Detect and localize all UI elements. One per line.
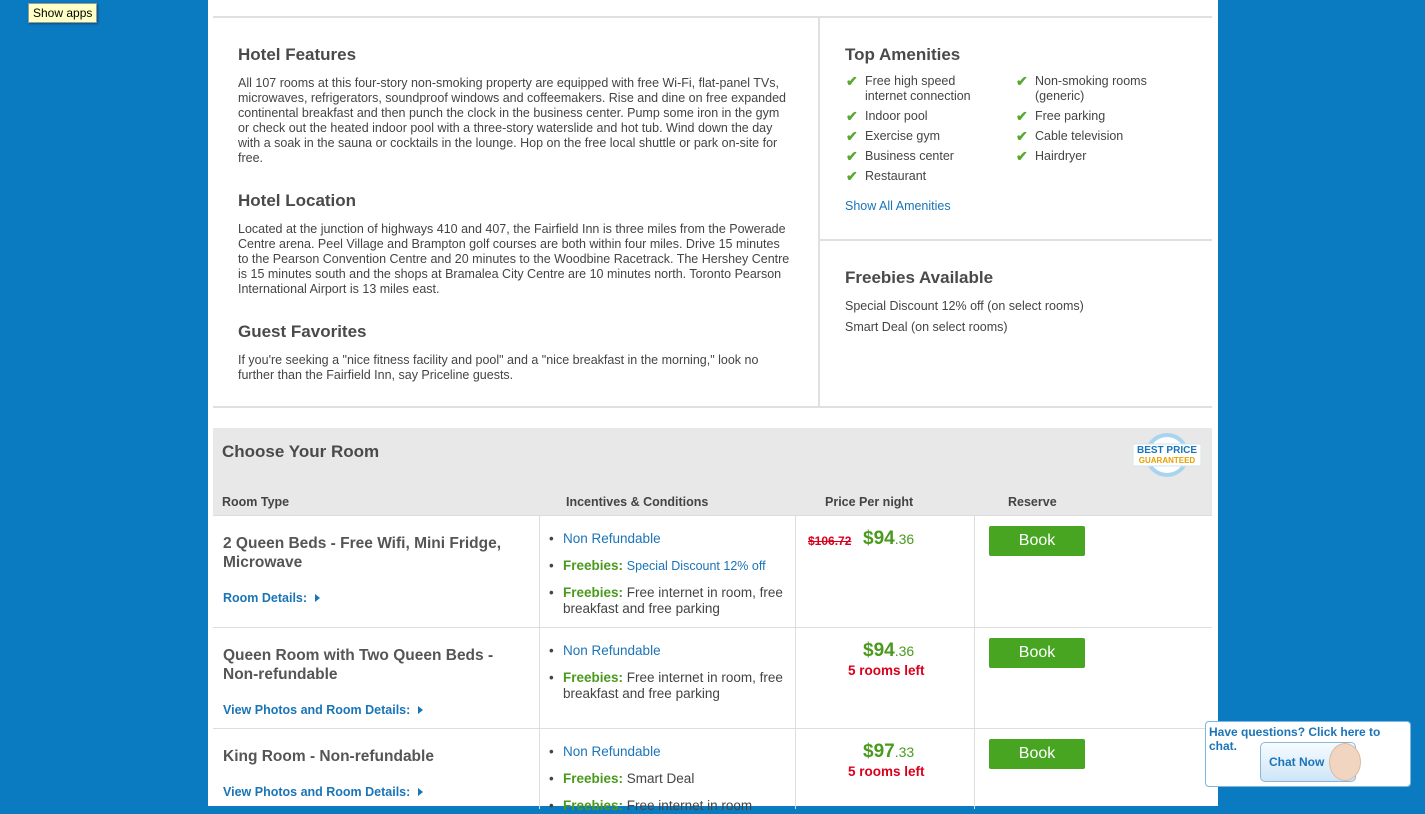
incentive-item: • Freebies: Free internet in room, free b… <box>549 585 783 616</box>
checkmark-icon: ✔ <box>846 168 858 184</box>
room-details-link[interactable]: View Photos and Room Details: <box>223 785 424 799</box>
checkmark-icon: ✔ <box>846 148 858 164</box>
room-name: King Room - Non-refundable <box>223 748 434 765</box>
top-amenities-title: Top Amenities <box>845 45 961 64</box>
guest-favorites-title: Guest Favorites <box>238 322 367 341</box>
caret-right-icon <box>418 788 424 796</box>
amenity-item: ✔ Business center <box>846 148 954 164</box>
hotel-features-title: Hotel Features <box>238 45 357 64</box>
hotel-features-section: Hotel Features All 107 rooms at this fou… <box>238 45 793 166</box>
choose-room-panel: Choose Your Room BEST PRICE GUARANTEED R… <box>213 428 1212 813</box>
non-refundable-link[interactable]: Non Refundable <box>563 744 661 759</box>
checkmark-icon: ✔ <box>846 73 858 89</box>
checkmark-icon: ✔ <box>1016 148 1028 164</box>
special-discount-link[interactable]: Special Discount 12% off <box>627 559 766 573</box>
hotel-location-text: Located at the junction of highways 410 … <box>238 222 790 296</box>
room-row: 2 Queen Beds - Free Wifi, Mini Fridge, M… <box>213 515 1212 628</box>
non-refundable-link[interactable]: Non Refundable <box>563 643 661 658</box>
guest-favorites-section: Guest Favorites If you're seeking a "nic… <box>238 322 798 383</box>
room-details-link[interactable]: View Photos and Room Details: <box>223 703 424 717</box>
cell-divider <box>539 729 540 809</box>
agent-avatar <box>1329 743 1361 781</box>
incentive-item: • Freebies: Smart Deal <box>549 771 695 786</box>
room-table-header: Room Type Incentives & Conditions Price … <box>213 485 1212 515</box>
top-amenities-section: Top Amenities <box>845 45 960 65</box>
hotel-features-text: All 107 rooms at this four-story non-smo… <box>238 76 786 165</box>
room-details-link[interactable]: Room Details: <box>223 591 321 605</box>
rooms-left: 5 rooms left <box>848 764 925 779</box>
show-apps-tooltip: Show apps <box>28 3 98 23</box>
non-refundable-link[interactable]: Non Refundable <box>563 531 661 546</box>
cell-divider <box>795 628 796 729</box>
amenity-item: ✔ Hairdryer <box>1016 148 1087 164</box>
section-divider <box>213 406 1212 408</box>
rooms-left: 5 rooms left <box>848 663 925 678</box>
choose-room-title: Choose Your Room <box>222 442 380 461</box>
amenity-item: ✔ Restaurant <box>846 168 927 184</box>
choose-room-header: Choose Your Room BEST PRICE GUARANTEED <box>213 428 1212 486</box>
checkmark-icon: ✔ <box>1016 73 1028 89</box>
chat-now-label: Chat Now <box>1269 755 1325 769</box>
cell-divider <box>974 729 975 809</box>
incentive-item: • Freebies: Free internet in room <box>549 798 753 813</box>
room-name: 2 Queen Beds - Free Wifi, Mini Fridge, M… <box>223 535 502 571</box>
hotel-location-title: Hotel Location <box>238 191 357 210</box>
hotel-details-page: Hotel Features All 107 rooms at this fou… <box>208 0 1218 813</box>
best-price-seal-icon: BEST PRICE GUARANTEED <box>1132 433 1202 477</box>
incentive-item: • Non Refundable <box>549 643 661 658</box>
column-divider <box>818 17 820 406</box>
amenity-item: ✔ Indoor pool <box>846 108 928 124</box>
col-reserve: Reserve <box>1008 495 1057 509</box>
checkmark-icon: ✔ <box>846 108 858 124</box>
cell-divider <box>974 628 975 729</box>
book-button[interactable]: Book <box>989 526 1085 556</box>
top-divider <box>213 16 1212 18</box>
checkmark-icon: ✔ <box>1016 108 1028 124</box>
original-price: $106.72 <box>808 534 852 548</box>
best-price-badge: BEST PRICE GUARANTEED <box>1132 432 1202 478</box>
amenity-item: ✔ Cable television <box>1016 128 1124 144</box>
cell-divider <box>539 628 540 729</box>
freebies-section: Freebies Available Special Discount 12% … <box>845 268 1205 335</box>
col-room-type: Room Type <box>222 495 290 509</box>
amenity-item: ✔ Non-smoking rooms (generic) <box>1016 73 1147 104</box>
room-name: Queen Room with Two Queen Beds - Non-ref… <box>223 647 494 683</box>
checkmark-icon: ✔ <box>1016 128 1028 144</box>
room-price: $94.36 <box>863 640 915 661</box>
cell-divider <box>795 729 796 809</box>
amenity-item: ✔ Free parking <box>1016 108 1106 124</box>
caret-right-icon <box>418 706 424 714</box>
show-all-amenities-link[interactable]: Show All Amenities <box>845 199 951 214</box>
hotel-location-section: Hotel Location Located at the junction o… <box>238 191 793 297</box>
svg-text:BEST PRICE: BEST PRICE <box>1137 445 1197 456</box>
room-price: $97.33 <box>863 741 915 762</box>
incentive-item: • Freebies: Special Discount 12% off <box>549 558 766 573</box>
incentive-item: • Non Refundable <box>549 531 661 546</box>
chat-widget[interactable]: Have questions? Click here to chat. Chat… <box>1205 721 1411 787</box>
freebies-title: Freebies Available <box>845 268 994 287</box>
cell-divider <box>974 516 975 628</box>
svg-text:GUARANTEED: GUARANTEED <box>1139 456 1196 465</box>
room-row: King Room - Non-refundable View Photos a… <box>213 728 1212 813</box>
col-incentives: Incentives & Conditions <box>566 495 709 509</box>
amenity-item: ✔ Exercise gym <box>846 128 941 144</box>
amenity-item: ✔ Free high speed internet connection <box>846 73 971 104</box>
book-button[interactable]: Book <box>989 638 1085 668</box>
checkmark-icon: ✔ <box>846 128 858 144</box>
caret-right-icon <box>315 594 321 602</box>
cell-divider <box>795 516 796 628</box>
cell-divider <box>539 516 540 628</box>
col-price: Price Per night <box>825 495 914 509</box>
room-row: Queen Room with Two Queen Beds - Non-ref… <box>213 627 1212 729</box>
book-button[interactable]: Book <box>989 739 1085 769</box>
room-price: $94.36 <box>863 528 915 549</box>
incentive-item: • Non Refundable <box>549 744 661 759</box>
guest-favorites-text: If you're seeking a "nice fitness facili… <box>238 353 759 382</box>
chat-now-button[interactable]: Chat Now <box>1260 742 1361 782</box>
amenities-divider <box>820 239 1212 241</box>
freebie-item: Smart Deal (on select rooms) <box>845 320 1008 334</box>
incentive-item: • Freebies: Free internet in room, free b… <box>549 670 783 701</box>
freebie-item: Special Discount 12% off (on select room… <box>845 299 1084 313</box>
